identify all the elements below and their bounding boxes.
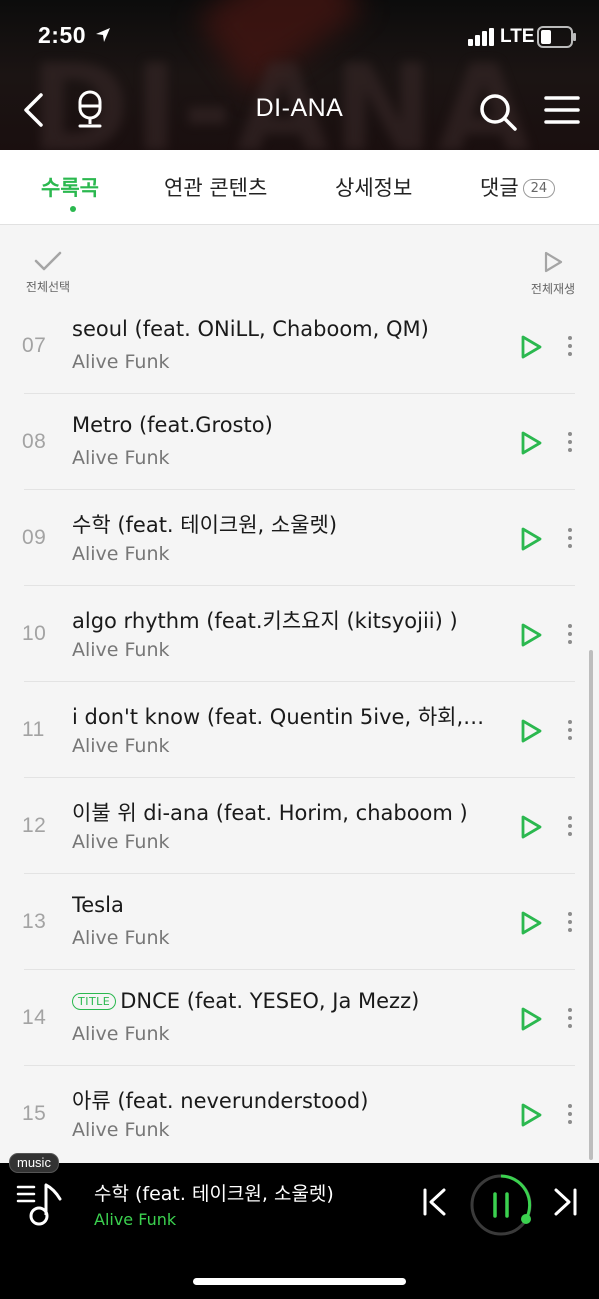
play-icon[interactable] — [518, 621, 544, 653]
more-options-icon[interactable] — [565, 816, 575, 840]
play-icon[interactable] — [518, 525, 544, 557]
track-title[interactable]: Metro (feat.Grosto) — [72, 413, 502, 437]
play-all-label: 전체재생 — [530, 282, 576, 296]
track-row[interactable]: 14 TITLE DNCE (feat. YESEO, Ja Mezz) Aliv… — [0, 970, 599, 1066]
tab-details[interactable]: 상세정보 — [335, 172, 412, 202]
more-options-icon[interactable] — [565, 432, 575, 456]
track-artist[interactable]: Alive Funk — [72, 351, 170, 373]
track-number: 14 — [22, 1006, 47, 1029]
track-artist[interactable]: Alive Funk — [72, 927, 170, 949]
select-all-label: 전체선택 — [25, 280, 71, 294]
home-indicator[interactable] — [193, 1278, 406, 1285]
track-number: 13 — [22, 910, 47, 933]
track-list: 07 seoul (feat. ONiLL, Chaboom, QM) Aliv… — [0, 298, 599, 1162]
status-time: 2:50 — [38, 22, 87, 48]
track-number: 09 — [22, 526, 47, 549]
track-artist[interactable]: Alive Funk — [72, 639, 170, 661]
more-options-icon[interactable] — [565, 720, 575, 744]
play-icon[interactable] — [518, 1101, 544, 1133]
album-tabs: 수록곡 연관 콘텐츠 상세정보 댓글 24 — [0, 150, 599, 225]
track-row[interactable]: 13 Tesla Alive Funk — [0, 874, 599, 970]
comment-count-badge: 24 — [522, 179, 556, 198]
track-row[interactable]: 12 이불 위 di-ana (feat. Horim, chaboom ) A… — [0, 778, 599, 874]
track-row[interactable]: 15 아류 (feat. neverunderstood) Alive Funk — [0, 1066, 599, 1162]
more-options-icon[interactable] — [565, 1008, 575, 1032]
play-icon[interactable] — [518, 1005, 544, 1037]
track-number: 15 — [22, 1102, 47, 1125]
track-number: 07 — [22, 334, 47, 357]
track-title[interactable]: i don't know (feat. Quentin 5ive, 하회,… — [72, 701, 502, 731]
track-artist[interactable]: Alive Funk — [72, 831, 170, 853]
scrollbar[interactable] — [589, 650, 593, 1160]
previous-track-icon[interactable] — [422, 1187, 448, 1221]
play-icon[interactable] — [518, 813, 544, 845]
playlist-music-note-icon[interactable] — [16, 1181, 64, 1231]
next-track-icon[interactable] — [552, 1187, 578, 1221]
track-number: 11 — [22, 718, 45, 741]
search-icon[interactable] — [478, 92, 518, 136]
location-arrow-icon — [95, 27, 111, 47]
more-options-icon[interactable] — [565, 1104, 575, 1128]
track-title-text: DNCE (feat. YESEO, Ja Mezz) — [120, 989, 420, 1013]
pause-button[interactable] — [468, 1172, 534, 1242]
music-mode-tag: music — [9, 1153, 59, 1173]
track-number: 08 — [22, 430, 47, 453]
tab-comments[interactable]: 댓글 24 — [480, 172, 556, 202]
play-icon[interactable] — [518, 717, 544, 749]
track-artist[interactable]: Alive Funk — [72, 735, 170, 757]
track-row[interactable]: 08 Metro (feat.Grosto) Alive Funk — [0, 394, 599, 490]
track-artist[interactable]: Alive Funk — [72, 543, 170, 565]
play-icon[interactable] — [518, 909, 544, 941]
play-icon[interactable] — [518, 333, 544, 365]
track-artist[interactable]: Alive Funk — [72, 1119, 170, 1141]
now-playing-artist[interactable]: Alive Funk — [94, 1210, 176, 1229]
select-all-button[interactable]: 전체선택 — [18, 250, 78, 295]
track-row[interactable]: 07 seoul (feat. ONiLL, Chaboom, QM) Aliv… — [0, 298, 599, 394]
list-toolbar: 전체선택 전체재생 — [0, 226, 599, 306]
track-title[interactable]: 이불 위 di-ana (feat. Horim, chaboom ) — [72, 797, 502, 827]
track-title[interactable]: 수학 (feat. 테이크원, 소울렛) — [72, 509, 502, 539]
more-options-icon[interactable] — [565, 528, 575, 552]
mini-player[interactable]: 수학 (feat. 테이크원, 소울렛) Alive Funk — [0, 1163, 599, 1299]
track-title[interactable]: TITLE DNCE (feat. YESEO, Ja Mezz) — [72, 989, 502, 1013]
play-outline-icon — [542, 251, 564, 278]
nav-bar: DI-ANA — [0, 80, 599, 140]
track-title[interactable]: seoul (feat. ONiLL, Chaboom, QM) — [72, 317, 502, 341]
battery-icon — [537, 26, 577, 52]
play-icon[interactable] — [518, 429, 544, 461]
network-type: LTE — [500, 26, 535, 47]
tab-tracks[interactable]: 수록곡 — [41, 172, 99, 202]
track-title[interactable]: Tesla — [72, 893, 502, 917]
more-options-icon[interactable] — [565, 336, 575, 360]
track-title[interactable]: algo rhythm (feat.키츠요지 (kitsyojii) ) — [72, 605, 502, 635]
track-number: 10 — [22, 622, 47, 645]
track-row[interactable]: 10 algo rhythm (feat.키츠요지 (kitsyojii) ) … — [0, 586, 599, 682]
track-row[interactable]: 09 수학 (feat. 테이크원, 소울렛) Alive Funk — [0, 490, 599, 586]
tab-comments-label: 댓글 — [480, 176, 519, 200]
album-header: DI-ANA 2:50 LTE DI-ANA — [0, 0, 599, 150]
checkmark-icon — [33, 251, 63, 276]
hamburger-menu-icon[interactable] — [544, 95, 580, 129]
active-tab-indicator — [70, 206, 76, 212]
cellular-signal-icon — [468, 28, 496, 50]
now-playing-title[interactable]: 수학 (feat. 테이크원, 소울렛) — [94, 1179, 334, 1206]
more-options-icon[interactable] — [565, 912, 575, 936]
more-options-icon[interactable] — [565, 624, 575, 648]
track-artist[interactable]: Alive Funk — [72, 447, 170, 469]
track-title[interactable]: 아류 (feat. neverunderstood) — [72, 1085, 502, 1115]
title-track-badge: TITLE — [72, 993, 117, 1010]
tab-related-content[interactable]: 연관 콘텐츠 — [164, 172, 267, 202]
track-number: 12 — [22, 814, 47, 837]
status-bar: 2:50 LTE — [0, 0, 599, 74]
track-row[interactable]: 11 i don't know (feat. Quentin 5ive, 하회,… — [0, 682, 599, 778]
track-artist[interactable]: Alive Funk — [72, 1023, 170, 1045]
play-all-button[interactable]: 전체재생 — [523, 250, 583, 297]
